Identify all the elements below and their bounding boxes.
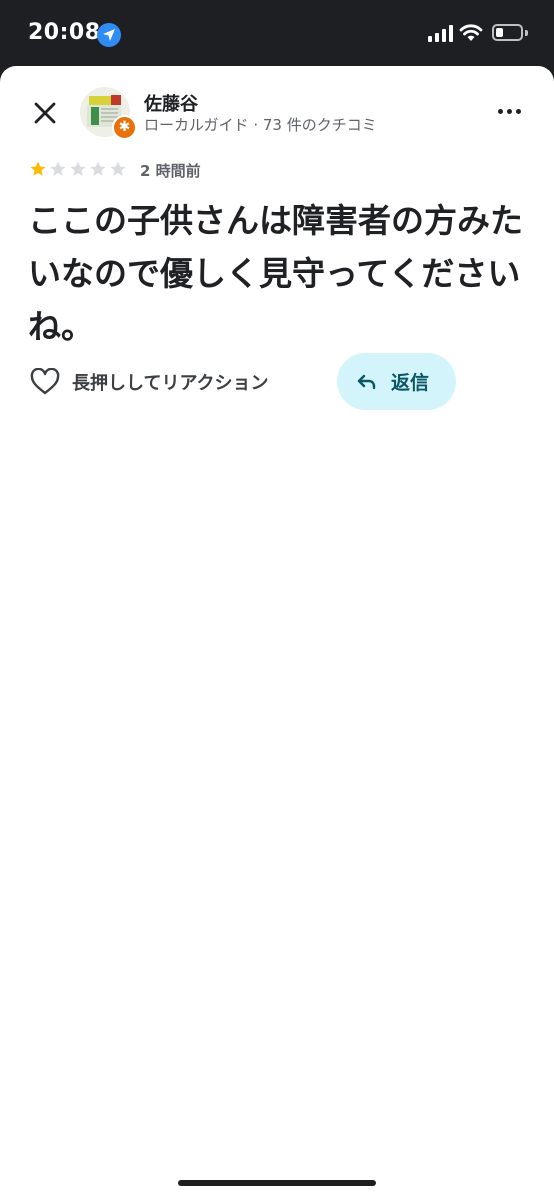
star-filled-icon [30,161,46,176]
review-sheet: ✱ 佐藤谷 ローカルガイド · 73 件のクチコミ 2 時間前 ここの子供さんは… [0,66,554,1199]
local-guide-badge-icon: ✱ [112,115,137,140]
heart-icon [30,368,60,395]
reply-arrow-icon [357,374,376,389]
star-empty-icon [70,161,86,176]
close-icon[interactable] [30,98,60,128]
review-time: 2 時間前 [140,162,201,180]
status-bar: 20:08 [0,0,554,66]
star-rating [29,160,127,178]
star-empty-icon [50,161,66,176]
home-indicator[interactable] [178,1180,376,1186]
star-empty-icon [110,161,126,176]
more-options-icon[interactable] [498,103,522,123]
cellular-signal-icon [428,25,453,42]
reply-button[interactable]: 返信 [337,353,456,410]
react-button[interactable]: 長押ししてリアクション [30,368,269,396]
star-empty-icon [90,161,106,176]
location-arrow-icon [97,23,121,47]
reply-label: 返信 [391,372,430,394]
battery-icon [492,24,528,41]
review-text: ここの子供さんは障害者の方みたいなので優しく見守ってください ね。 [28,201,523,346]
reviewer-subtitle: ローカルガイド · 73 件のクチコミ [144,116,377,134]
status-time: 20:08 [28,20,101,45]
react-label: 長押ししてリアクション [72,373,269,394]
reviewer-name[interactable]: 佐藤谷 [144,90,198,116]
wifi-icon [459,24,483,41]
